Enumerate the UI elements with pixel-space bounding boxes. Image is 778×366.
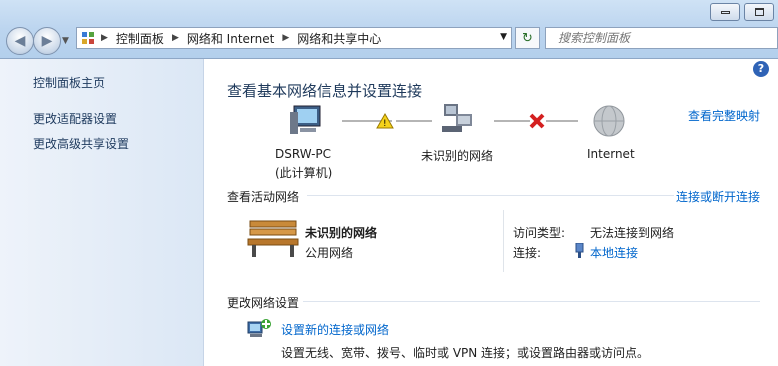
change-settings-heading: 更改网络设置 xyxy=(227,296,300,310)
help-icon[interactable]: ? xyxy=(753,61,769,77)
window-chrome: ◀ ▶ ▼ ▶ 控制面板 ▶ 网络和 Internet ▶ 网络和共享中心 ▼ … xyxy=(0,0,778,59)
unidentified-network-icon[interactable] xyxy=(440,102,476,136)
local-connection-link[interactable]: 本地连接 xyxy=(590,244,638,261)
sidebar-item-change-advanced-sharing[interactable]: 更改高级共享设置 xyxy=(33,135,129,152)
control-panel-icon xyxy=(82,32,94,44)
chevron-right-icon[interactable]: ▶ xyxy=(172,33,179,43)
internet-label: Internet xyxy=(587,147,635,161)
recent-pages-dropdown[interactable]: ▼ xyxy=(62,36,69,46)
maximize-button[interactable] xyxy=(744,3,774,21)
ethernet-plug-icon xyxy=(575,243,584,258)
svg-text:!: ! xyxy=(383,119,387,129)
setup-new-connection-link[interactable]: 设置新的连接或网络 xyxy=(281,321,389,338)
chevron-right-icon[interactable]: ▶ xyxy=(282,33,289,43)
section-divider xyxy=(307,195,674,196)
minimize-icon xyxy=(720,10,730,14)
section-divider xyxy=(303,301,760,302)
view-full-map-link[interactable]: 查看完整映射 xyxy=(688,107,760,124)
setup-new-connection-desc: 设置无线、宽带、拨号、临时或 VPN 连接；或设置路由器或访问点。 xyxy=(281,346,650,360)
active-networks-heading: 查看活动网络 xyxy=(227,190,300,204)
search-box[interactable] xyxy=(545,27,778,49)
access-type-value: 无法连接到网络 xyxy=(590,226,675,240)
active-network-type[interactable]: 公用网络 xyxy=(305,244,353,261)
vertical-divider xyxy=(503,210,504,272)
forward-arrow-icon: ▶ xyxy=(41,33,53,49)
breadcrumb-item[interactable]: 网络和共享中心 xyxy=(297,30,381,47)
main-content: ? 查看基本网络信息并设置连接 查看完整映射 ! DSRW-PC (此计算机) … xyxy=(204,59,778,366)
sidebar-item-control-panel-home[interactable]: 控制面板主页 xyxy=(33,74,105,91)
computer-name: DSRW-PC xyxy=(275,147,332,161)
breadcrumb-item[interactable]: 网络和 Internet xyxy=(187,30,274,47)
computer-icon[interactable] xyxy=(288,102,328,138)
map-link-line xyxy=(396,120,432,122)
sidebar-item-change-adapter-settings[interactable]: 更改适配器设置 xyxy=(33,110,117,127)
sidebar: 控制面板主页 更改适配器设置 更改高级共享设置 xyxy=(0,59,204,366)
map-link-line xyxy=(494,120,530,122)
warning-icon: ! xyxy=(376,113,394,129)
active-network-name: 未识别的网络 xyxy=(305,226,378,240)
back-arrow-icon: ◀ xyxy=(14,33,26,49)
park-bench-icon xyxy=(247,220,299,257)
maximize-icon xyxy=(754,8,764,16)
breadcrumb: ▶ 控制面板 ▶ 网络和 Internet ▶ 网络和共享中心 xyxy=(77,30,381,47)
new-connection-icon xyxy=(247,319,271,337)
search-input[interactable] xyxy=(556,30,760,46)
network-map-label: 未识别的网络 xyxy=(421,149,494,163)
address-bar[interactable]: ▶ 控制面板 ▶ 网络和 Internet ▶ 网络和共享中心 ▼ xyxy=(76,27,512,49)
connection-label: 连接: xyxy=(513,246,542,260)
refresh-button[interactable]: ↻ xyxy=(515,27,540,49)
disconnected-x-icon xyxy=(529,113,545,129)
internet-globe-icon[interactable] xyxy=(592,104,626,138)
connect-disconnect-link[interactable]: 连接或断开连接 xyxy=(676,188,760,205)
map-link-line xyxy=(546,120,578,122)
address-dropdown-icon[interactable]: ▼ xyxy=(500,32,507,42)
window-controls xyxy=(710,3,774,21)
forward-button[interactable]: ▶ xyxy=(33,27,61,55)
back-button[interactable]: ◀ xyxy=(6,27,34,55)
computer-sub-label: (此计算机) xyxy=(275,166,333,180)
page-title: 查看基本网络信息并设置连接 xyxy=(227,82,423,100)
breadcrumb-item[interactable]: 控制面板 xyxy=(116,30,164,47)
refresh-icon: ↻ xyxy=(522,30,533,46)
chevron-right-icon[interactable]: ▶ xyxy=(101,33,108,43)
access-type-label: 访问类型: xyxy=(513,226,566,240)
minimize-button[interactable] xyxy=(710,3,740,21)
